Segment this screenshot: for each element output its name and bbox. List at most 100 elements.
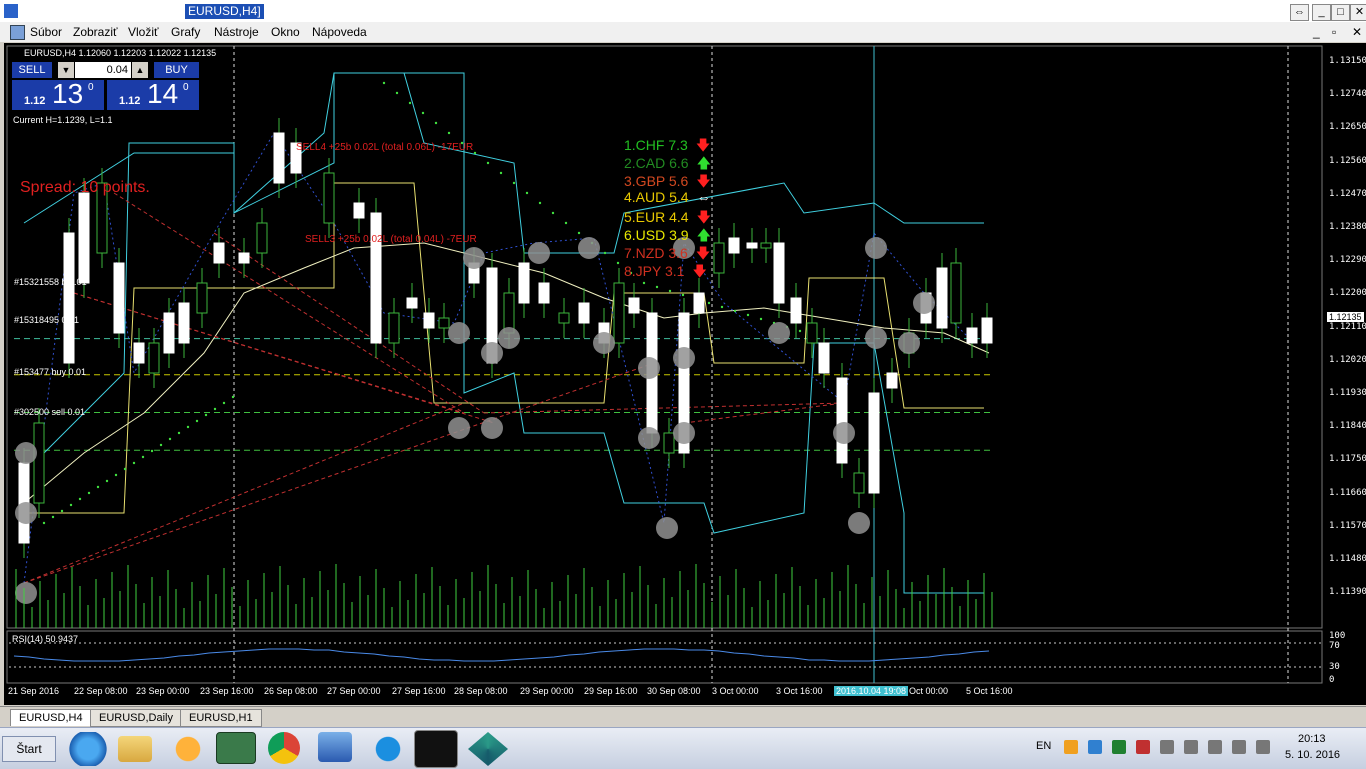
sar-dot [720, 305, 724, 309]
start-button[interactable]: Štart [2, 736, 56, 762]
candle-body [63, 232, 75, 364]
refresh-app-icon[interactable] [368, 732, 408, 766]
metatrader-icon[interactable] [216, 732, 256, 764]
tab-eurusd-h4[interactable]: EURUSD,H4 [10, 709, 92, 726]
clock-date[interactable]: 5. 10. 2016 [1285, 749, 1340, 761]
clock-time[interactable]: 20:13 [1298, 733, 1326, 745]
restore-dock-button[interactable]: ⇔ [1290, 4, 1309, 21]
sar-dot [681, 293, 685, 297]
sar-dot [577, 231, 581, 235]
system-tray [1064, 738, 1270, 758]
menu-bar: Súbor Zobraziť Vložiť Grafy Nástroje Okn… [0, 22, 1366, 42]
folder-icon[interactable] [118, 736, 152, 762]
tab-eurusd-h1[interactable]: EURUSD,H1 [180, 709, 262, 727]
close-button[interactable]: ✕ [1350, 4, 1366, 21]
usb-tray-icon[interactable] [1208, 740, 1222, 754]
chrome-icon[interactable] [268, 732, 300, 764]
media-icon[interactable] [168, 732, 208, 766]
child-minimize-button[interactable]: _ [1313, 25, 1320, 39]
candle-body [518, 262, 530, 304]
candle-body [966, 327, 978, 344]
candle-body [558, 312, 570, 324]
menu-view[interactable]: Zobraziť [73, 25, 118, 39]
candle-body [178, 302, 190, 344]
lot-size-input[interactable]: 0.04 [75, 62, 131, 78]
candle-body [148, 342, 160, 374]
candle-body [746, 242, 758, 249]
sell-button[interactable]: SELL [12, 62, 52, 78]
order-marker [673, 347, 695, 369]
price-axis-label: 1.11840 [1329, 421, 1366, 432]
flag-tray-icon[interactable] [1184, 740, 1198, 754]
sar-dot [141, 455, 145, 459]
battery-tray-icon[interactable] [1256, 740, 1270, 754]
currency-strength-text: 7.NZD 3.6 [624, 245, 688, 261]
time-axis-label: 3 Oct 00:00 [712, 686, 759, 696]
sar-dot [231, 395, 235, 399]
sar-dot [186, 425, 190, 429]
menu-insert[interactable]: Vložiť [128, 25, 159, 39]
candle-body [836, 377, 848, 464]
time-axis-label: 23 Sep 00:00 [136, 686, 190, 696]
trade-note-sell3: SELL3 +25b 0.02L (total 0.04L) -7EUR [305, 234, 477, 245]
child-close-button[interactable]: ✕ [1352, 25, 1362, 39]
maximize-button[interactable]: □ [1331, 4, 1350, 21]
sync-tray-icon[interactable] [1064, 740, 1078, 754]
main-pane-border [6, 45, 1323, 629]
menu-tools[interactable]: Nástroje [214, 25, 259, 39]
cube-app-icon[interactable] [468, 732, 508, 766]
tab-eurusd-daily[interactable]: EURUSD,Daily [90, 709, 182, 727]
volume-tray-icon[interactable] [1160, 740, 1174, 754]
chart-window[interactable]: EURUSD,H4 1.12060 1.12203 1.12022 1.1213… [4, 43, 1366, 705]
candle-body [323, 172, 335, 224]
sar-dot [78, 497, 82, 501]
price-axis-label: 1.12110 [1329, 321, 1366, 332]
menu-charts[interactable]: Grafy [171, 25, 200, 39]
order-marker [463, 247, 485, 269]
minimize-button[interactable]: _ [1312, 4, 1331, 21]
sar-dot [114, 473, 118, 477]
candle-body [113, 262, 125, 334]
current-price-label: 1.12135 [1327, 312, 1364, 322]
network-tray-icon[interactable] [1088, 740, 1102, 754]
child-restore-button[interactable]: ▫ [1332, 25, 1336, 39]
signal-tray-icon[interactable] [1232, 740, 1246, 754]
sar-dot [525, 191, 529, 195]
trading-app-icon[interactable] [414, 730, 458, 768]
sar-dot [395, 91, 399, 95]
lot-increase-button[interactable]: ▲ [132, 62, 148, 78]
document-icon[interactable] [10, 25, 25, 40]
time-axis-label: Oct 00:00 [909, 686, 949, 696]
candle-body [163, 312, 175, 354]
ie-icon[interactable] [68, 732, 108, 766]
menu-help[interactable]: Nápoveda [312, 25, 367, 39]
order-label-1: #15321558 b 0.01 [14, 277, 87, 287]
price-axis-label: 1.12560 [1329, 155, 1366, 166]
menu-file[interactable]: Súbor [30, 25, 62, 39]
sell-price-small: 1.12 [24, 95, 46, 107]
title-bar: EURUSD,H4] ⇔ _ □ ✕ [0, 0, 1366, 23]
buy-button[interactable]: BUY [154, 62, 199, 78]
monitor-tray-icon[interactable] [1136, 740, 1150, 754]
lot-dropdown-button[interactable]: ▼ [58, 62, 74, 78]
time-axis-label: 23 Sep 16:00 [200, 686, 254, 696]
sell-price-button[interactable]: 1.12 13 0 [12, 78, 104, 110]
control-panel-icon[interactable] [318, 732, 352, 762]
sar-dot [213, 407, 217, 411]
buy-price-button[interactable]: 1.12 14 0 [107, 78, 199, 110]
candle-body [370, 212, 382, 344]
time-axis-label: 27 Sep 16:00 [392, 686, 446, 696]
green-tray-icon[interactable] [1112, 740, 1126, 754]
menu-window[interactable]: Okno [271, 25, 300, 39]
sar-dot [551, 211, 555, 215]
candle-body [806, 322, 818, 344]
candle-body [981, 317, 993, 344]
price-axis-label: 1.11660 [1329, 487, 1366, 498]
order-label-2: #15318495 0.01 [14, 315, 80, 325]
sar-dot [159, 443, 163, 447]
candle-body [406, 297, 418, 309]
buy-price-big: 14 [147, 78, 179, 109]
language-indicator[interactable]: EN [1036, 740, 1051, 752]
order-marker [865, 237, 887, 259]
sar-dot [499, 171, 503, 175]
